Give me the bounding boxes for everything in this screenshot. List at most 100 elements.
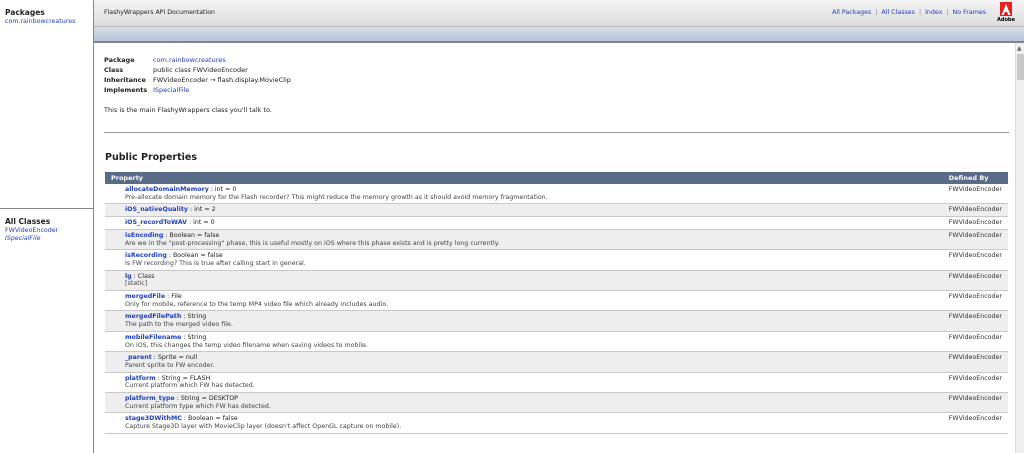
property-description: Are we in the "post-processing" phase, t… — [125, 239, 500, 247]
table-row: _parent : Sprite = null Parent sprite to … — [105, 351, 1008, 373]
property-description: [static] — [125, 280, 148, 288]
defined-by-cell: FWVideoEncoder — [942, 203, 1008, 218]
property-cell: lg : Class [static] — [105, 270, 943, 292]
package-label: Package — [104, 56, 135, 64]
property-signature: : File — [165, 293, 182, 301]
property-cell: mergedFilePath : String The path to the m… — [105, 310, 943, 332]
defined-by-cell: FWVideoEncoder — [942, 310, 1008, 332]
class-link-ispecialfile[interactable]: ISpecialFile — [5, 235, 93, 243]
table-row: mergedFilePath : String The path to the m… — [105, 310, 1008, 332]
property-cell: isRecording : Boolean = false Is FW recor… — [105, 249, 943, 271]
property-name-link[interactable]: mergedFilePath — [125, 313, 181, 320]
property-name-link[interactable]: _parent — [125, 354, 152, 361]
property-cell: iOS_recordToWAV : int = 0 — [105, 216, 943, 230]
property-cell: platform : String = FLASH Current platfor… — [105, 372, 943, 394]
property-cell: mobileFilename : String On iOS, this chan… — [105, 331, 943, 353]
property-description: Capture Stage3D layer with MovieClip lay… — [125, 423, 402, 431]
nav-all-packages[interactable]: All Packages — [832, 9, 871, 16]
defined-by-cell: FWVideoEncoder — [942, 270, 1008, 292]
property-description: Only for mobile, reference to the temp M… — [125, 300, 388, 308]
defined-by-cell: FWVideoEncoder — [942, 392, 1008, 414]
packages-title: Packages — [5, 8, 45, 17]
property-name-link[interactable]: lg — [125, 273, 132, 280]
property-cell: stage3DWithMC : Boolean = false Capture S… — [105, 412, 943, 434]
property-description: Parent sprite to FW encoder. — [125, 361, 215, 369]
header-nav: All Packages | All Classes | Index | No Frames — [832, 9, 986, 16]
class-meta-table: Package com.rainbowcreatures Class public … — [104, 55, 291, 95]
scrollbar[interactable]: ▲ — [1015, 43, 1024, 453]
property-cell: _parent : Sprite = null Parent sprite to … — [105, 351, 943, 373]
table-row: platform : String = FLASH Current platfor… — [105, 372, 1008, 394]
defined-by-cell: FWVideoEncoder — [942, 372, 1008, 394]
defined-by-cell: FWVideoEncoder — [942, 216, 1008, 230]
property-signature: : Boolean = false — [166, 252, 223, 260]
property-signature: : int = 0 — [187, 219, 215, 227]
table-row: platform_type : String = DESKTOP Current … — [105, 392, 1008, 414]
nav-no-frames[interactable]: No Frames — [953, 9, 986, 16]
property-name-link[interactable]: mergedFile — [125, 293, 165, 300]
property-signature: : String — [181, 313, 207, 321]
package-link[interactable]: com.rainbowcreatures — [5, 18, 93, 26]
property-description: On iOS, this changes the temp video file… — [125, 341, 368, 349]
property-cell: allocateDomainMemory : int = 0 Pre-alloca… — [105, 184, 943, 205]
inheritance-label: Inheritance — [104, 76, 146, 84]
scrollbar-thumb[interactable] — [1017, 54, 1024, 80]
col-property-header: Property — [105, 172, 943, 184]
property-name-link[interactable]: platform_type — [125, 395, 175, 402]
public-properties-title: Public Properties — [105, 152, 197, 163]
properties-body: allocateDomainMemory : int = 0 Pre-alloca… — [105, 184, 1008, 434]
col-defined-by-header: Defined By — [942, 172, 1008, 184]
table-row: mobileFilename : String On iOS, this chan… — [105, 331, 1008, 353]
property-description: The path to the merged video file. — [125, 321, 233, 329]
package-value-link[interactable]: com.rainbowcreatures — [153, 56, 226, 64]
defined-by-cell: FWVideoEncoder — [942, 351, 1008, 373]
nav-index[interactable]: Index — [925, 9, 942, 16]
all-classes-title: All Classes — [5, 217, 51, 226]
defined-by-cell: FWVideoEncoder — [942, 184, 1008, 205]
property-name-link[interactable]: platform — [125, 375, 156, 382]
sub-header-bar — [94, 27, 1024, 43]
property-name-link[interactable]: isEncoding — [125, 232, 163, 239]
table-row: isEncoding : Boolean = false Are we in th… — [105, 229, 1008, 251]
property-name-link[interactable]: stage3DWithMC — [125, 415, 182, 422]
class-label: Class — [104, 66, 124, 74]
table-row: lg : Class [static] FWVideoEncoder — [105, 270, 1008, 292]
table-row: iOS_nativeQuality : int = 2 FWVideoEncode… — [105, 203, 1008, 218]
adobe-logo-icon — [1000, 2, 1012, 16]
implements-value-link[interactable]: ISpecialFile — [153, 86, 189, 94]
class-summary: Package com.rainbowcreatures Class public … — [104, 55, 1009, 114]
property-name-link[interactable]: allocateDomainMemory — [125, 186, 209, 193]
doc-header: FlashyWrappers API Documentation All Pac… — [94, 0, 1024, 27]
doc-title: FlashyWrappers API Documentation — [104, 9, 215, 16]
property-signature: : String — [181, 333, 207, 341]
defined-by-cell: FWVideoEncoder — [942, 331, 1008, 353]
property-signature: : Sprite = null — [151, 354, 198, 362]
table-row: stage3DWithMC : Boolean = false Capture S… — [105, 412, 1008, 434]
scroll-up-icon[interactable]: ▲ — [1017, 45, 1022, 52]
property-name-link[interactable]: iOS_nativeQuality — [125, 206, 188, 213]
property-signature: : String = FLASH — [155, 374, 211, 382]
property-name-link[interactable]: mobileFilename — [125, 334, 181, 341]
properties-table: Property Defined By allocateDomainMemory… — [105, 172, 1008, 434]
nav-all-classes[interactable]: All Classes — [881, 9, 915, 16]
property-cell: platform_type : String = DESKTOP Current … — [105, 392, 943, 414]
property-name-link[interactable]: isRecording — [125, 252, 167, 259]
property-description: Is FW recording? This is true after call… — [125, 259, 306, 267]
table-row: mergedFile : File Only for mobile, refere… — [105, 290, 1008, 312]
defined-by-cell: FWVideoEncoder — [942, 249, 1008, 271]
property-name-link[interactable]: iOS_recordToWAV — [125, 219, 187, 226]
packages-frame: Packages com.rainbowcreatures — [0, 0, 94, 209]
property-signature: : int = 0 — [208, 186, 237, 193]
defined-by-cell: FWVideoEncoder — [942, 290, 1008, 312]
property-signature: : String = DESKTOP — [174, 395, 238, 403]
property-signature: : Class — [131, 272, 155, 280]
property-description: Current platform type which FW has detec… — [125, 402, 271, 410]
class-description: This is the main FlashyWrappers class yo… — [104, 106, 272, 114]
implements-label: Implements — [104, 86, 148, 94]
classes-frame: All Classes FWVideoEncoder ISpecialFile — [0, 209, 94, 453]
adobe-logo-text: Adobe — [997, 17, 1015, 23]
table-row: iOS_recordToWAV : int = 0 FWVideoEncoder — [105, 216, 1008, 230]
property-signature: : Boolean = false — [181, 415, 238, 423]
class-link-fwvideoencoder[interactable]: FWVideoEncoder — [5, 227, 93, 235]
property-description: Current platform which FW has detected. — [125, 382, 255, 390]
